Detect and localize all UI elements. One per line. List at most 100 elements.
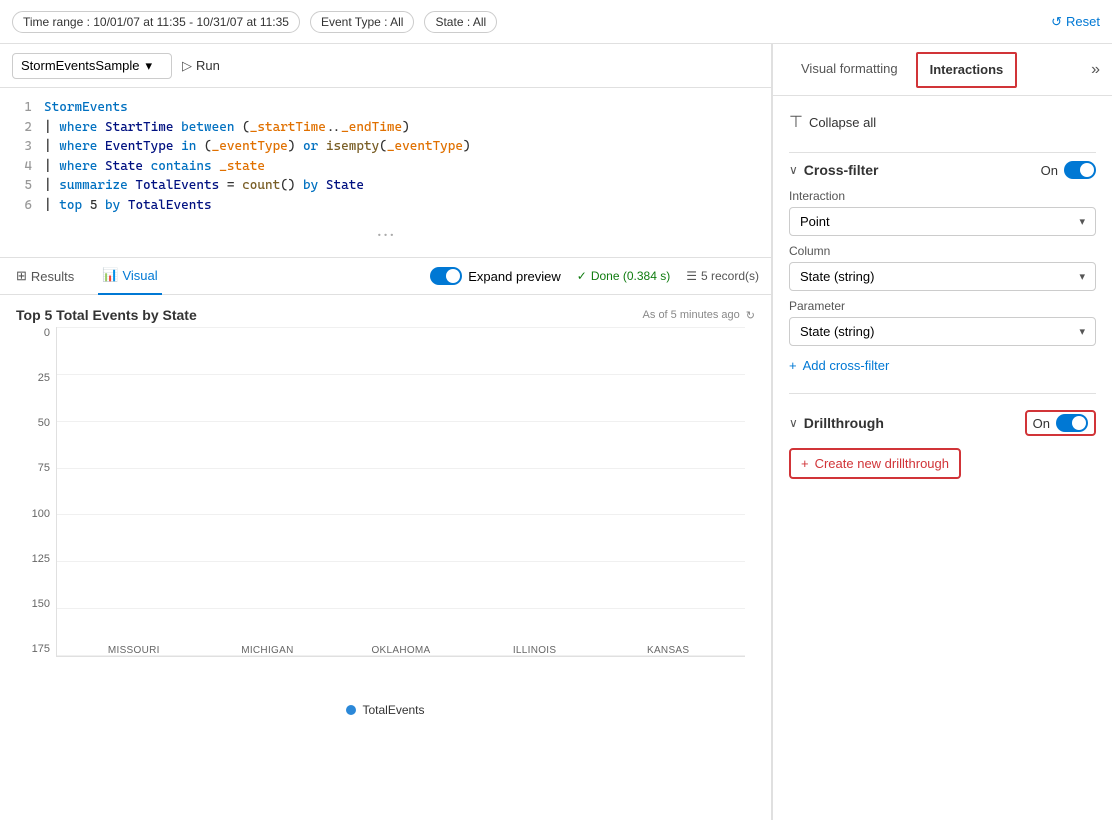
db-name: StormEventsSample (21, 58, 140, 73)
create-drillthrough-button[interactable]: + Create new drillthrough (789, 448, 961, 479)
run-icon: ▷ (182, 58, 192, 74)
chart-legend: TotalEvents (16, 703, 755, 717)
panel-expand-button[interactable]: » (1091, 61, 1100, 79)
drillthrough-toggle-label: On (1033, 416, 1050, 431)
chart-inner: MISSOURI MICHIGAN OKLAHOMA ILLINOIS (56, 327, 745, 657)
tab-results[interactable]: ⊞ Results (12, 257, 78, 295)
code-line-2: 2 | where StartTime between (_startTime.… (0, 118, 771, 138)
parameter-dropdown-chevron-icon: ▾ (1079, 325, 1085, 338)
bar-kansas-label: KANSAS (647, 645, 689, 656)
add-cross-filter-button[interactable]: + Add cross-filter (789, 354, 1096, 377)
divider-2 (789, 393, 1096, 394)
run-button[interactable]: ▷ Run (182, 58, 220, 74)
chart-subtitle-text: As of 5 minutes ago (643, 309, 740, 321)
code-ellipsis: ... (0, 215, 771, 247)
create-drillthrough-label: Create new drillthrough (815, 456, 949, 471)
bar-missouri: MISSOURI (104, 635, 164, 656)
interaction-field-label: Interaction (789, 189, 1096, 203)
create-drillthrough-plus-icon: + (801, 456, 809, 471)
visual-chart-icon: 📊 (102, 267, 118, 283)
collapse-all-button[interactable]: ⊤ Collapse all (789, 108, 1096, 144)
done-badge: ✓ Done (0.384 s) (577, 269, 670, 283)
cross-filter-toggle-label: On (1041, 163, 1058, 178)
tab-visual[interactable]: 📊 Visual (98, 257, 161, 295)
reset-button[interactable]: ↺ Reset (1051, 14, 1100, 30)
interaction-dropdown-chevron-icon: ▾ (1079, 215, 1085, 228)
panel-tabs: Visual formatting Interactions » (773, 44, 1112, 96)
query-bar: StormEventsSample ▾ ▷ Run (0, 44, 771, 88)
left-panel: StormEventsSample ▾ ▷ Run 1 StormEvents … (0, 44, 772, 820)
drillthrough-title: Drillthrough (804, 415, 884, 431)
parameter-dropdown[interactable]: State (string) ▾ (789, 317, 1096, 346)
legend-dot (346, 705, 356, 715)
code-line-3: 3 | where EventType in (_eventType) or i… (0, 137, 771, 157)
y-axis: 175 150 125 100 75 50 25 0 (16, 327, 56, 657)
tab-visual-label: Visual (122, 268, 157, 283)
drillthrough-section: ∨ Drillthrough On + Create new drillthro… (789, 410, 1096, 479)
cross-filter-chevron-icon: ∨ (789, 163, 798, 177)
bar-michigan-label: MICHIGAN (241, 645, 293, 656)
bar-oklahoma: OKLAHOMA (371, 635, 431, 656)
drillthrough-toggle-switch[interactable] (1056, 414, 1088, 432)
y-label-50: 50 (16, 417, 56, 429)
expand-preview-toggle[interactable]: Expand preview (430, 267, 561, 285)
code-line-6: 6 | top 5 by TotalEvents (0, 196, 771, 216)
chart-area: Top 5 Total Events by State As of 5 minu… (0, 295, 771, 820)
column-dropdown[interactable]: State (string) ▾ (789, 262, 1096, 291)
drillthrough-chevron-icon: ∨ (789, 416, 798, 430)
reset-label: Reset (1066, 14, 1100, 29)
cross-filter-toggle[interactable]: On (1041, 161, 1096, 179)
cross-filter-collapse[interactable]: ∨ Cross-filter (789, 162, 878, 178)
expand-preview-toggle-switch[interactable] (430, 267, 462, 285)
y-label-150: 150 (16, 598, 56, 610)
cross-filter-header: ∨ Cross-filter On (789, 161, 1096, 179)
code-line-1: 1 StormEvents (0, 98, 771, 118)
drillthrough-collapse[interactable]: ∨ Drillthrough (789, 415, 884, 431)
legend-label: TotalEvents (362, 703, 424, 717)
done-label: Done (0.384 s) (591, 269, 670, 283)
chart-subtitle: As of 5 minutes ago ↻ (643, 309, 755, 322)
collapse-all-icon: ⊤ (789, 112, 803, 132)
drillthrough-toggle-wrap: On (1025, 410, 1096, 436)
bar-kansas: KANSAS (638, 635, 698, 656)
cross-filter-toggle-switch[interactable] (1064, 161, 1096, 179)
tabs-right-controls: Expand preview ✓ Done (0.384 s) ☰ 5 reco… (430, 267, 759, 285)
code-line-5: 5 | summarize TotalEvents = count() by S… (0, 176, 771, 196)
code-editor[interactable]: 1 StormEvents 2 | where StartTime betwee… (0, 88, 771, 257)
tab-interactions[interactable]: Interactions (916, 52, 1018, 88)
y-label-125: 125 (16, 553, 56, 565)
records-badge: ☰ 5 record(s) (686, 269, 759, 283)
cross-filter-title: Cross-filter (804, 162, 879, 178)
tab-visual-formatting-label: Visual formatting (801, 61, 898, 76)
refresh-icon[interactable]: ↻ (746, 309, 755, 322)
code-line-4: 4 | where State contains _state (0, 157, 771, 177)
expand-preview-label: Expand preview (468, 269, 561, 284)
records-label: 5 record(s) (701, 269, 759, 283)
bar-illinois-label: ILLINOIS (513, 645, 557, 656)
event-type-filter[interactable]: Event Type : All (310, 11, 415, 33)
y-label-175: 175 (16, 643, 56, 655)
column-value: State (string) (800, 269, 874, 284)
run-label: Run (196, 58, 220, 73)
reset-icon: ↺ (1051, 14, 1062, 30)
divider-1 (789, 152, 1096, 153)
db-chevron-icon: ▾ (146, 58, 153, 74)
add-filter-label: Add cross-filter (803, 358, 890, 373)
parameter-field-label: Parameter (789, 299, 1096, 313)
chart-container: 175 150 125 100 75 50 25 0 (16, 327, 755, 717)
top-bar: Time range : 10/01/07 at 11:35 - 10/31/0… (0, 0, 1112, 44)
results-table-icon: ⊞ (16, 268, 27, 284)
interaction-dropdown[interactable]: Point ▾ (789, 207, 1096, 236)
parameter-value: State (string) (800, 324, 874, 339)
tab-interactions-label: Interactions (930, 62, 1004, 77)
database-selector[interactable]: StormEventsSample ▾ (12, 53, 172, 79)
tab-visual-formatting[interactable]: Visual formatting (785, 44, 914, 96)
chart-title: Top 5 Total Events by State (16, 307, 197, 323)
chart-title-row: Top 5 Total Events by State As of 5 minu… (16, 307, 755, 323)
y-label-0: 0 (16, 327, 56, 339)
right-panel: Visual formatting Interactions » ⊤ Colla… (772, 44, 1112, 820)
main-layout: StormEventsSample ▾ ▷ Run 1 StormEvents … (0, 44, 1112, 820)
add-filter-plus-icon: + (789, 358, 797, 373)
time-range-filter[interactable]: Time range : 10/01/07 at 11:35 - 10/31/0… (12, 11, 300, 33)
state-filter[interactable]: State : All (424, 11, 497, 33)
